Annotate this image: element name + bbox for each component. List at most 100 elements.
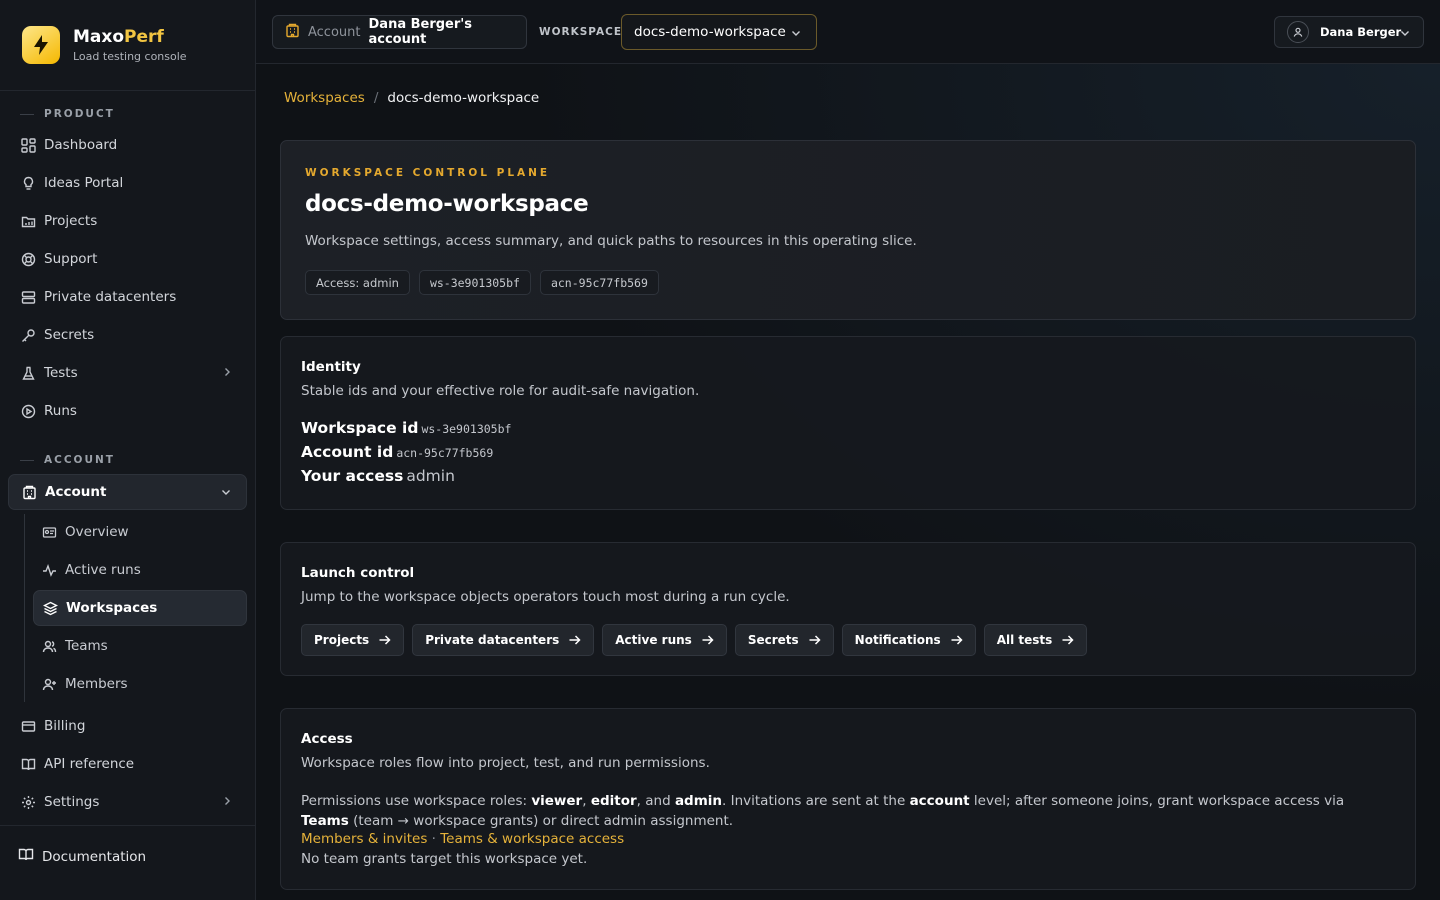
teams-workspace-access-link[interactable]: Teams & workspace access	[440, 831, 624, 847]
button-label: Notifications	[854, 633, 941, 647]
sidebar-item-label: Runs	[44, 403, 77, 419]
members-invites-link[interactable]: Members & invites	[301, 831, 427, 847]
access-value: admin	[406, 467, 455, 485]
hero-description: Workspace settings, access summary, and …	[305, 233, 917, 249]
access-links: Members & invites · Teams & workspace ac…	[301, 831, 624, 847]
account-switcher[interactable]: Account Dana Berger's account	[272, 15, 527, 49]
sidebar-item-support[interactable]: Support	[8, 241, 247, 277]
sidebar-item-teams[interactable]: Teams	[33, 628, 247, 664]
user-avatar-icon	[1287, 21, 1309, 43]
workspace-label: WORKSPACE	[539, 26, 623, 38]
sidebar-item-label: Ideas Portal	[44, 175, 124, 191]
sidebar-item-members[interactable]: Members	[33, 666, 247, 702]
arrow-right-icon	[568, 634, 581, 646]
server-icon	[20, 289, 36, 305]
documentation-link[interactable]: Documentation	[18, 847, 146, 866]
sidebar-item-runs[interactable]: Runs	[8, 393, 247, 429]
breadcrumb-current: docs-demo-workspace	[387, 90, 540, 106]
book-icon	[20, 756, 36, 772]
sidebar-item-active-runs[interactable]: Active runs	[33, 552, 247, 588]
access-title: Access	[301, 731, 353, 747]
launch-private-datacenters-button[interactable]: Private datacenters	[412, 624, 595, 656]
submenu-rail	[24, 514, 25, 702]
arrow-right-icon	[1061, 634, 1074, 646]
lightbulb-icon	[20, 175, 36, 191]
sidebar-item-account[interactable]: Account	[8, 474, 247, 510]
access-explanation: Permissions use workspace roles: viewer,…	[301, 793, 1345, 829]
launch-notifications-button[interactable]: Notifications	[841, 624, 976, 656]
workspace-hero-card: WORKSPACE CONTROL PLANE docs-demo-worksp…	[280, 140, 1416, 320]
access-row: Your access admin	[301, 467, 455, 485]
chevron-down-icon	[790, 27, 802, 43]
sidebar-item-label: Settings	[44, 794, 100, 810]
identity-description: Stable ids and your effective role for a…	[301, 383, 700, 399]
sidebar-item-label: API reference	[44, 756, 135, 772]
id-card-icon	[41, 524, 57, 540]
launch-all-tests-button[interactable]: All tests	[983, 624, 1088, 656]
account-prefix: Account	[308, 24, 361, 40]
launch-buttons: Projects Private datacenters Active runs…	[301, 624, 1095, 656]
sidebar-item-label: Workspaces	[66, 600, 158, 616]
top-bar: Account Dana Berger's account WORKSPACE …	[256, 0, 1440, 64]
building-icon	[285, 23, 300, 42]
sidebar-item-tests[interactable]: Tests	[8, 355, 247, 391]
sidebar-item-ideas-portal[interactable]: Ideas Portal	[8, 165, 247, 201]
launch-title: Launch control	[301, 565, 415, 581]
breadcrumb-workspaces-link[interactable]: Workspaces	[284, 90, 365, 106]
access-note: No team grants target this workspace yet…	[301, 851, 588, 867]
documentation-label: Documentation	[42, 848, 147, 865]
workspace-id-row: Workspace id ws-3e901305bf	[301, 419, 511, 437]
sidebar-item-label: Members	[65, 676, 128, 692]
section-label-product: PRODUCT	[20, 108, 115, 120]
sidebar-item-label: Overview	[65, 524, 129, 540]
sidebar-item-label: Dashboard	[44, 137, 118, 153]
sidebar-item-overview[interactable]: Overview	[33, 514, 247, 550]
sidebar-item-secrets[interactable]: Secrets	[8, 317, 247, 353]
account-id-chip: acn-95c77fb569	[539, 270, 659, 295]
page-title: docs-demo-workspace	[305, 191, 589, 217]
sidebar-item-label: Account	[45, 484, 107, 500]
sidebar-item-projects[interactable]: Projects	[8, 203, 247, 239]
brand-name: MaxoPerf	[73, 27, 164, 47]
workspace-id-chip: ws-3e901305bf	[418, 270, 531, 295]
sidebar-item-api-reference[interactable]: API reference	[8, 746, 247, 782]
button-label: Projects	[314, 633, 370, 647]
key-icon	[20, 327, 36, 343]
workspace-id-value: ws-3e901305bf	[421, 422, 512, 436]
sidebar-item-billing[interactable]: Billing	[8, 708, 247, 744]
launch-active-runs-button[interactable]: Active runs	[602, 624, 727, 656]
identity-card: Identity Stable ids and your effective r…	[280, 336, 1416, 510]
play-circle-icon	[20, 403, 36, 419]
sidebar-item-workspaces[interactable]: Workspaces	[33, 590, 247, 626]
sidebar-item-dashboard[interactable]: Dashboard	[8, 127, 247, 163]
breadcrumb-separator: /	[373, 90, 379, 106]
sidebar-item-label: Billing	[44, 718, 86, 734]
building-icon	[21, 484, 37, 500]
sidebar-item-settings[interactable]: Settings	[8, 784, 247, 820]
flask-icon	[20, 365, 36, 381]
button-label: Private datacenters	[425, 633, 560, 647]
section-label-account: ACCOUNT	[20, 454, 115, 466]
hero-eyebrow: WORKSPACE CONTROL PLANE	[305, 167, 551, 179]
access-card: Access Workspace roles flow into project…	[280, 708, 1416, 890]
sidebar-item-label: Support	[44, 251, 98, 267]
brand[interactable]: MaxoPerf Load testing console	[0, 0, 255, 91]
gear-icon	[20, 794, 36, 810]
arrow-right-icon	[950, 634, 963, 646]
book-open-icon	[18, 847, 34, 866]
sidebar-item-label: Secrets	[44, 327, 95, 343]
sidebar-item-label: Private datacenters	[44, 289, 177, 305]
access-description: Workspace roles flow into project, test,…	[301, 755, 710, 771]
workspace-id-label: Workspace id	[301, 419, 419, 437]
breadcrumb: Workspaces / docs-demo-workspace	[284, 90, 539, 106]
sidebar-item-private-datacenters[interactable]: Private datacenters	[8, 279, 247, 315]
main-content: Workspaces / docs-demo-workspace WORKSPA…	[256, 64, 1440, 900]
launch-secrets-button[interactable]: Secrets	[734, 624, 834, 656]
launch-projects-button[interactable]: Projects	[301, 624, 405, 656]
workspace-select[interactable]: docs-demo-workspace	[621, 14, 817, 50]
chevron-down-icon	[220, 486, 232, 502]
user-menu[interactable]: Dana Berger	[1274, 16, 1424, 48]
sidebar-footer: Documentation	[0, 825, 255, 900]
account-id-row: Account id acn-95c77fb569	[301, 443, 493, 461]
button-label: All tests	[996, 633, 1053, 647]
